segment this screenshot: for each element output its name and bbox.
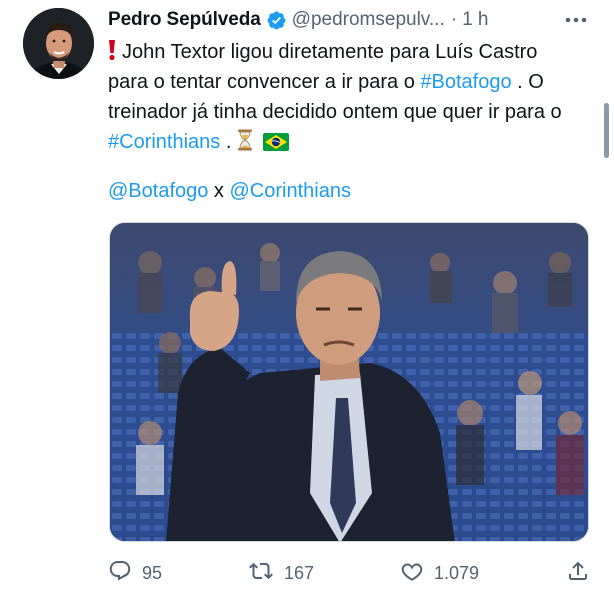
tweet-text: John Textor ligou diretamente para Luís … <box>108 36 578 160</box>
hashtag-botafogo[interactable]: #Botafogo <box>420 71 511 93</box>
mention-corinthians[interactable]: @Corinthians <box>230 180 351 202</box>
reply-icon <box>108 559 132 588</box>
photo-coach-thumbs-up <box>110 223 588 541</box>
like-count: 1.079 <box>434 562 480 583</box>
retweet-icon <box>248 559 274 588</box>
scrollbar-thumb[interactable] <box>604 103 609 158</box>
tweet-actions: 95 167 1.079 <box>108 556 598 590</box>
reply-count: 95 <box>142 562 163 583</box>
tweet-media-photo[interactable] <box>109 222 589 542</box>
header-separator: · <box>450 9 458 30</box>
retweet-button[interactable]: 167 <box>248 556 314 590</box>
mention-botafogo[interactable]: @Botafogo <box>108 180 208 202</box>
like-button[interactable]: 1.079 <box>400 556 479 590</box>
hashtag-corinthians[interactable]: #Corinthians <box>108 131 220 153</box>
author-handle[interactable]: @pedromsepulv... <box>292 9 445 31</box>
share-button[interactable] <box>566 556 590 590</box>
verified-badge-icon <box>266 10 287 31</box>
mentions-line: @Botafogo x @Corinthians <box>108 176 351 206</box>
tweet-header: Pedro Sepúlveda @pedromsepulv... · 1 h <box>108 8 614 32</box>
tweet[interactable]: Pedro Sepúlveda @pedromsepulv... · 1 h J… <box>0 0 614 599</box>
tweet-timestamp[interactable]: 1 h <box>462 9 488 31</box>
avatar-portrait-image <box>23 8 94 79</box>
retweet-count: 167 <box>284 562 315 583</box>
hourglass-emoji <box>237 129 253 160</box>
mentions-joiner: x <box>208 180 230 202</box>
reply-button[interactable]: 95 <box>108 556 162 590</box>
red-exclamation-emoji <box>108 36 116 66</box>
tweet-text-part-3: . <box>220 131 237 153</box>
more-dots-icon[interactable] <box>562 8 590 32</box>
share-icon <box>566 559 590 588</box>
avatar[interactable] <box>23 8 94 79</box>
brazil-flag-emoji <box>262 130 289 160</box>
heart-icon <box>400 559 424 588</box>
author-name[interactable]: Pedro Sepúlveda <box>108 9 261 31</box>
